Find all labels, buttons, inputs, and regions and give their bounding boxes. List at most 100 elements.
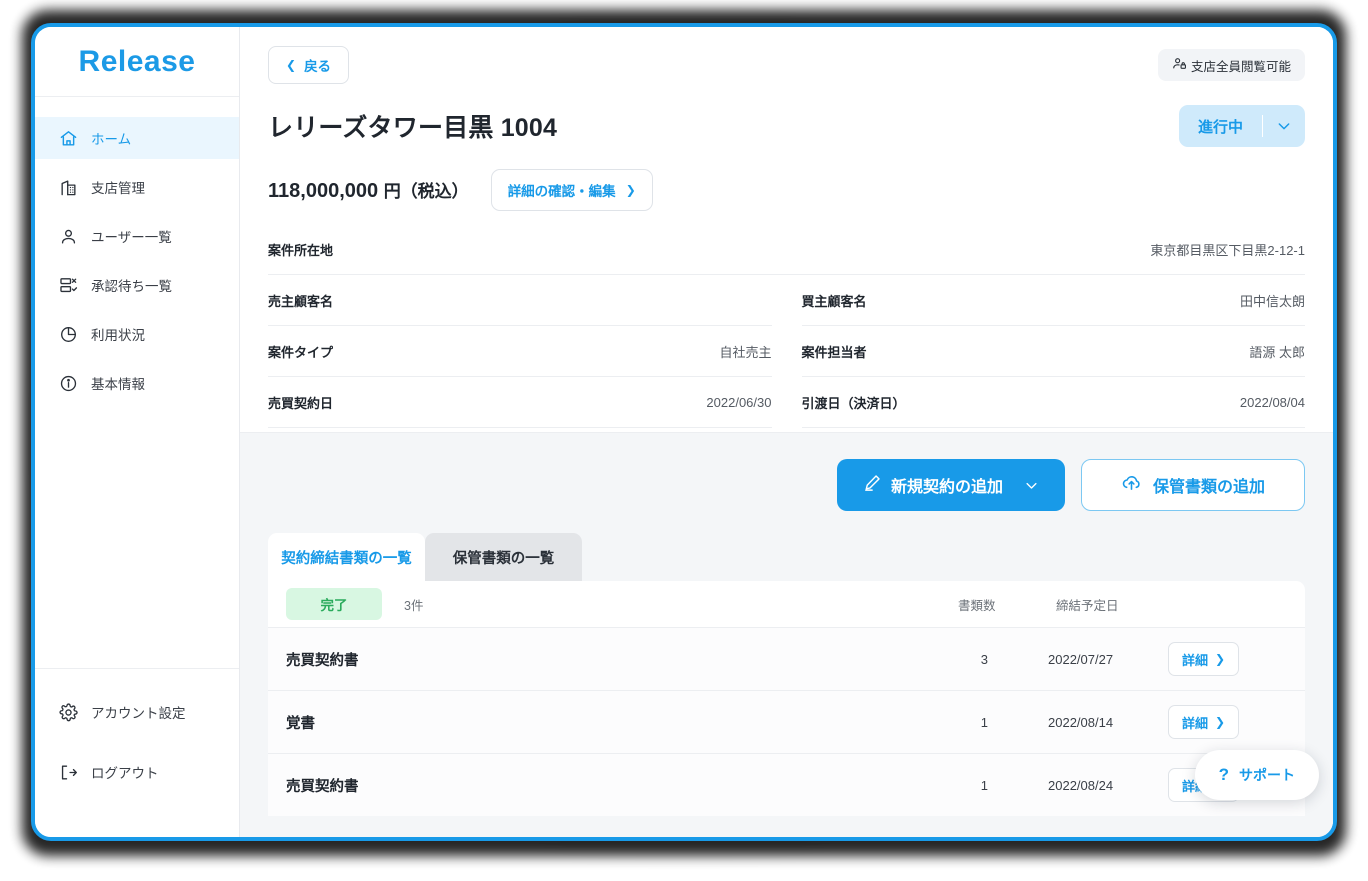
app-window: Release ホーム 支店管理 ユーザー一覧 承認待ち一覧 利用状況 基本情報… bbox=[31, 23, 1337, 841]
info-columns: 売主顧客名 案件タイプ 自社売主 売買契約日 2022/06/30 買主顧客名 … bbox=[268, 275, 1305, 428]
add-new-contract-button[interactable]: 新規契約の追加 bbox=[837, 459, 1065, 511]
status-label: 進行中 bbox=[1197, 118, 1243, 136]
logout-icon bbox=[58, 762, 78, 782]
deal-price: 118,000,000 円（税込） bbox=[268, 177, 469, 203]
sidebar-item-label: ホーム bbox=[91, 132, 132, 147]
info-label: 売買契約日 bbox=[268, 395, 334, 411]
document-count-value: 1 bbox=[980, 777, 988, 793]
sidebar-item-home[interactable]: ホーム bbox=[35, 117, 239, 159]
documents-table-header: 完了 3件 書類数 締結予定日 bbox=[268, 581, 1305, 627]
deal-price-amount: 118,000,000 bbox=[268, 180, 379, 202]
support-button[interactable]: ? サポート bbox=[1194, 750, 1319, 800]
info-row-address: 案件所在地 東京都目黒区下目黒2-12-1 bbox=[268, 225, 1305, 275]
table-row[interactable]: 売買契約書 3 2022/07/27 詳細 ❯ bbox=[268, 627, 1305, 690]
chevron-down-icon[interactable] bbox=[1263, 118, 1305, 134]
sidebar-item-label: 利用状況 bbox=[91, 328, 145, 343]
info-row-buyer-name: 買主顧客名 田中信太朗 bbox=[801, 275, 1305, 326]
support-label: サポート bbox=[1239, 767, 1295, 783]
sidebar: Release ホーム 支店管理 ユーザー一覧 承認待ち一覧 利用状況 基本情報… bbox=[35, 27, 240, 837]
back-button[interactable]: ❮ 戻る bbox=[268, 46, 350, 84]
chevron-right-icon: ❯ bbox=[625, 183, 636, 197]
document-tabs: 契約締結書類の一覧 保管書類の一覧 bbox=[268, 533, 1305, 581]
document-name: 売買契約書 bbox=[286, 652, 359, 669]
gear-icon bbox=[58, 702, 78, 722]
info-value: 自社売主 bbox=[719, 344, 772, 360]
deal-header: ❮ 戻る 支店全員閲覧可能 レリーズタワー目黒 1004 進行中 118,000… bbox=[240, 27, 1333, 433]
sidebar-item-label: ユーザー一覧 bbox=[91, 230, 172, 245]
document-count-value: 1 bbox=[980, 714, 988, 730]
info-row-assignee: 案件担当者 語源 太郎 bbox=[801, 326, 1305, 377]
sidebar-item-logout[interactable]: ログアウト bbox=[35, 751, 239, 793]
tab-contract-documents[interactable]: 契約締結書類の一覧 bbox=[268, 533, 425, 581]
visibility-badge: 支店全員閲覧可能 bbox=[1157, 49, 1305, 81]
info-row-contract-date: 売買契約日 2022/06/30 bbox=[268, 377, 772, 428]
info-row-settlement-date: 引渡日（決済日） 2022/08/04 bbox=[801, 377, 1305, 428]
chevron-left-icon: ❮ bbox=[286, 58, 297, 72]
add-storage-document-button[interactable]: 保管書類の追加 bbox=[1081, 459, 1305, 511]
info-icon bbox=[58, 373, 78, 393]
chevron-right-icon: ❯ bbox=[1215, 652, 1226, 666]
edit-details-label: 詳細の確認・編集 bbox=[507, 184, 616, 199]
info-value: 田中信太朗 bbox=[1239, 293, 1305, 309]
info-value: 2022/06/30 bbox=[706, 394, 772, 410]
tab-label: 契約締結書類の一覧 bbox=[281, 550, 412, 567]
info-label: 引渡日（決済日） bbox=[801, 395, 906, 411]
detail-button[interactable]: 詳細 ❯ bbox=[1168, 642, 1240, 676]
sidebar-item-account-settings[interactable]: アカウント設定 bbox=[35, 691, 239, 733]
detail-button-label: 詳細 bbox=[1182, 652, 1209, 668]
home-icon bbox=[58, 128, 78, 148]
sidebar-item-label: 基本情報 bbox=[91, 377, 145, 392]
brand-logo[interactable]: Release bbox=[35, 27, 239, 97]
deal-price-unit: 円（税込） bbox=[383, 182, 469, 201]
tab-label: 保管書類の一覧 bbox=[452, 550, 555, 567]
info-label: 売主顧客名 bbox=[268, 293, 334, 309]
info-row-deal-type: 案件タイプ 自社売主 bbox=[268, 326, 772, 377]
sidebar-item-branch-management[interactable]: 支店管理 bbox=[35, 166, 239, 208]
action-buttons-row: 新規契約の追加 保管書類の追加 bbox=[268, 459, 1305, 511]
document-count: 3件 bbox=[404, 598, 424, 613]
sidebar-item-user-list[interactable]: ユーザー一覧 bbox=[35, 215, 239, 257]
status-badge: 完了 bbox=[286, 588, 382, 620]
status-dropdown[interactable]: 進行中 bbox=[1179, 105, 1305, 147]
back-button-label: 戻る bbox=[304, 59, 332, 74]
upload-cloud-icon bbox=[1121, 472, 1142, 498]
table-row[interactable]: 売買契約書 1 2022/08/24 詳細 ❯ bbox=[268, 753, 1305, 816]
edit-details-button[interactable]: 詳細の確認・編集 ❯ bbox=[490, 169, 653, 211]
document-due-date: 2022/08/14 bbox=[1048, 714, 1114, 730]
info-value: 語源 太郎 bbox=[1249, 344, 1305, 360]
sidebar-item-label: 承認待ち一覧 bbox=[91, 279, 172, 294]
sidebar-item-label: 支店管理 bbox=[91, 181, 145, 196]
info-value: 2022/08/04 bbox=[1239, 394, 1305, 410]
building-icon bbox=[58, 177, 78, 197]
sidebar-nav-secondary: アカウント設定 ログアウト bbox=[35, 668, 239, 837]
column-header-due-date: 締結予定日 bbox=[1056, 598, 1119, 613]
detail-button-label: 詳細 bbox=[1182, 715, 1209, 731]
document-name: 覚書 bbox=[286, 715, 315, 732]
sidebar-item-approval-list[interactable]: 承認待ち一覧 bbox=[35, 264, 239, 306]
main-content: ❮ 戻る 支店全員閲覧可能 レリーズタワー目黒 1004 進行中 118,000… bbox=[240, 27, 1333, 837]
pencil-icon bbox=[863, 473, 882, 497]
document-count-value: 3 bbox=[980, 651, 988, 667]
info-label: 案件タイプ bbox=[268, 344, 334, 360]
table-row[interactable]: 覚書 1 2022/08/14 詳細 ❯ bbox=[268, 690, 1305, 753]
approval-icon bbox=[58, 275, 78, 295]
add-storage-document-label: 保管書類の追加 bbox=[1152, 479, 1265, 496]
documents-section: 新規契約の追加 保管書類の追加 契約締結書類の一覧 保管書類の一覧 完了 3件 … bbox=[240, 433, 1333, 837]
sidebar-item-label: ログアウト bbox=[91, 766, 159, 781]
price-row: 118,000,000 円（税込） 詳細の確認・編集 ❯ bbox=[268, 169, 1305, 211]
pie-chart-icon bbox=[58, 324, 78, 344]
sidebar-item-usage-status[interactable]: 利用状況 bbox=[35, 313, 239, 355]
detail-button[interactable]: 詳細 ❯ bbox=[1168, 705, 1240, 739]
info-column-left: 売主顧客名 案件タイプ 自社売主 売買契約日 2022/06/30 bbox=[268, 275, 772, 428]
page-title: レリーズタワー目黒 1004 bbox=[268, 114, 558, 142]
add-new-contract-label: 新規契約の追加 bbox=[890, 479, 1003, 496]
tab-storage-documents[interactable]: 保管書類の一覧 bbox=[425, 533, 582, 581]
info-label: 買主顧客名 bbox=[801, 293, 867, 309]
chevron-down-icon[interactable] bbox=[1024, 478, 1039, 493]
document-name: 売買契約書 bbox=[286, 778, 359, 795]
documents-panel: 完了 3件 書類数 締結予定日 売買契約書 3 2022/07/27 詳細 ❯ … bbox=[268, 581, 1305, 816]
brand-logo-text: Release bbox=[78, 44, 196, 78]
sidebar-item-basic-info[interactable]: 基本情報 bbox=[35, 362, 239, 404]
header-top-row: ❮ 戻る 支店全員閲覧可能 bbox=[268, 45, 1305, 85]
column-header-doc-count: 書類数 bbox=[958, 598, 996, 613]
